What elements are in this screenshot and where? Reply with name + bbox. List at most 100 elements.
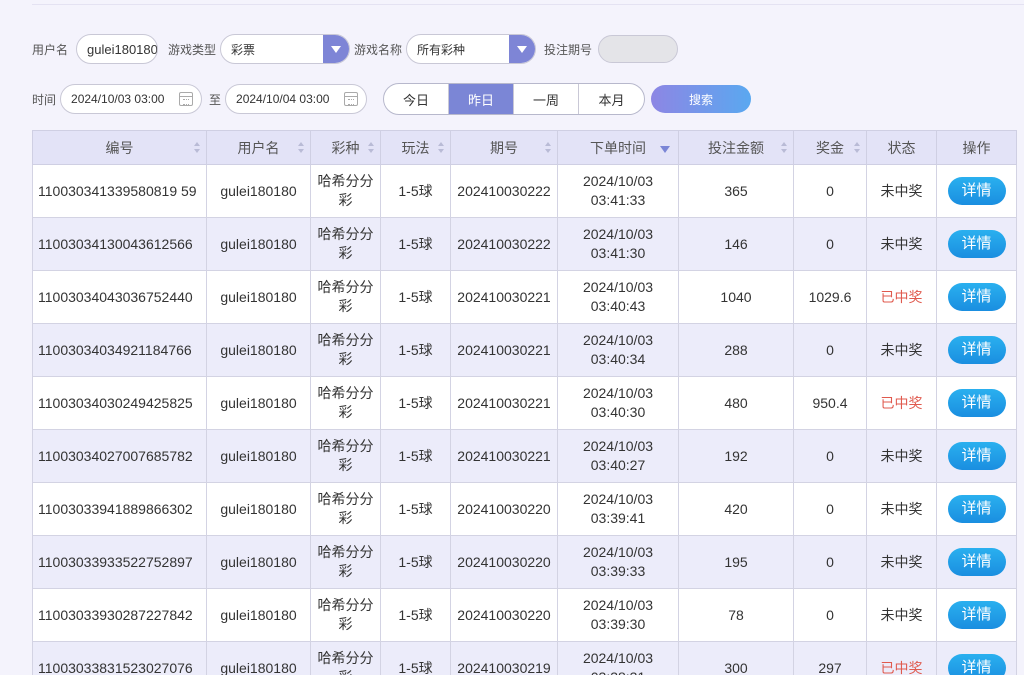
order-date: 2024/10/03 <box>582 597 654 613</box>
table-row: 11003034030249425825 gulei180180 哈希分分彩 1-5球… <box>32 376 1017 430</box>
cell-action: 详情 <box>936 376 1017 430</box>
header-play[interactable]: 玩法 <box>380 130 451 165</box>
cell-amount: 480 <box>678 376 794 430</box>
sort-icon[interactable] <box>194 142 200 154</box>
cell-order-time: 2024/10/03 03:40:30 <box>557 376 679 430</box>
end-date-input[interactable]: 2024/10/04 03:00 <box>225 84 368 114</box>
sort-desc-icon[interactable] <box>660 146 670 153</box>
header-label: 状态 <box>887 139 916 156</box>
cell-action: 详情 <box>936 641 1017 675</box>
order-date: 2024/10/03 <box>582 385 654 401</box>
cell-order-time: 2024/10/03 03:41:30 <box>557 217 679 271</box>
cell-period: 202410030221 <box>450 429 558 483</box>
start-date-input[interactable]: 2024/10/03 03:00 <box>60 84 203 114</box>
sort-icon[interactable] <box>781 142 787 154</box>
header-amount[interactable]: 投注金额 <box>678 130 794 165</box>
order-date: 2024/10/03 <box>582 650 654 666</box>
detail-button[interactable]: 详情 <box>947 283 1006 311</box>
order-clock: 03:38:31 <box>591 669 646 675</box>
detail-button[interactable]: 详情 <box>947 442 1006 470</box>
detail-button[interactable]: 详情 <box>947 389 1006 417</box>
detail-button[interactable]: 详情 <box>947 177 1006 205</box>
header-period[interactable]: 期号 <box>450 130 558 165</box>
lottery-line-1: 哈希分分 <box>317 438 374 454</box>
range-week-button[interactable]: 一周 <box>514 84 580 114</box>
sort-icon[interactable] <box>298 142 304 154</box>
cell-period: 202410030221 <box>450 376 558 430</box>
sort-icon[interactable] <box>438 142 444 154</box>
cell-username: gulei180180 <box>206 376 311 430</box>
period-input[interactable] <box>598 35 679 63</box>
header-order-time[interactable]: 下单时间 <box>557 130 679 165</box>
game-type-label: 游戏类型 <box>168 42 217 57</box>
quick-range-group: 今日 昨日 一周 本月 <box>383 83 646 115</box>
range-today-button[interactable]: 今日 <box>384 84 450 114</box>
game-type-value: 彩票 <box>231 42 256 57</box>
cell-amount: 192 <box>678 429 794 483</box>
cell-order-time: 2024/10/03 03:39:30 <box>557 588 679 642</box>
detail-button[interactable]: 详情 <box>947 548 1006 576</box>
end-date-value: 2024/10/04 03:00 <box>236 92 330 106</box>
cell-order-time: 2024/10/03 03:41:33 <box>557 164 679 218</box>
cell-amount: 1040 <box>678 270 794 324</box>
detail-button[interactable]: 详情 <box>947 230 1006 258</box>
to-label: 至 <box>209 92 222 107</box>
cell-id: 11003034043036752440 <box>32 270 207 324</box>
header-lottery[interactable]: 彩种 <box>310 130 381 165</box>
chevron-down-icon[interactable] <box>509 35 536 63</box>
table-row: 11003034130043612566 gulei180180 哈希分分彩 1-5球… <box>32 217 1017 271</box>
table-row: 11003033941889866302 gulei180180 哈希分分彩 1-5球… <box>32 482 1017 536</box>
header-id[interactable]: 编号 <box>32 130 207 165</box>
calendar-icon[interactable] <box>344 92 359 106</box>
detail-button[interactable]: 详情 <box>947 601 1006 629</box>
cell-username: gulei180180 <box>206 588 311 642</box>
order-clock: 03:41:30 <box>590 245 646 261</box>
chevron-down-icon[interactable] <box>323 35 350 63</box>
cell-amount: 146 <box>678 217 794 271</box>
search-button[interactable]: 搜索 <box>651 85 752 113</box>
detail-button[interactable]: 详情 <box>947 336 1006 364</box>
cell-play: 1-5球 <box>380 588 451 642</box>
cell-status: 未中奖 <box>866 482 937 536</box>
cell-status: 未中奖 <box>866 429 937 483</box>
table-row: 110030341339580819 59 gulei180180 哈希分分彩 1-5… <box>32 164 1017 218</box>
cell-username: gulei180180 <box>206 535 311 589</box>
cell-prize: 0 <box>793 588 867 642</box>
order-clock: 03:41:33 <box>590 192 646 208</box>
lottery-line-2: 彩 <box>338 563 353 579</box>
table-header-row: 编号 用户名 彩种 玩法 期号 下单时间 投注金额 奖金 状态 操作 <box>32 130 1017 165</box>
username-input[interactable]: gulei180180 <box>76 34 159 64</box>
range-month-button[interactable]: 本月 <box>579 84 644 114</box>
game-name-select[interactable]: 所有彩种 <box>406 34 537 64</box>
cell-prize: 0 <box>793 429 867 483</box>
detail-button[interactable]: 详情 <box>947 495 1006 523</box>
header-prize[interactable]: 奖金 <box>793 130 867 165</box>
lottery-line-2: 彩 <box>338 404 353 420</box>
sort-icon[interactable] <box>854 142 860 154</box>
lottery-line-2: 彩 <box>338 510 353 526</box>
sort-icon[interactable] <box>545 142 551 154</box>
cell-period: 202410030220 <box>450 535 558 589</box>
cell-action: 详情 <box>936 535 1017 589</box>
header-label: 编号 <box>105 139 134 156</box>
lottery-line-1: 哈希分分 <box>317 650 374 666</box>
lottery-line-2: 彩 <box>338 457 353 473</box>
header-label: 操作 <box>962 139 991 156</box>
detail-button[interactable]: 详情 <box>947 654 1006 675</box>
cell-action: 详情 <box>936 588 1017 642</box>
cell-play: 1-5球 <box>380 217 451 271</box>
cell-lottery: 哈希分分彩 <box>310 376 381 430</box>
cell-username: gulei180180 <box>206 429 311 483</box>
header-username[interactable]: 用户名 <box>206 130 311 165</box>
cell-amount: 195 <box>678 535 794 589</box>
sort-icon[interactable] <box>368 142 374 154</box>
cell-username: gulei180180 <box>206 270 311 324</box>
lottery-line-2: 彩 <box>338 616 353 632</box>
cell-order-time: 2024/10/03 03:39:33 <box>557 535 679 589</box>
cell-lottery: 哈希分分彩 <box>310 429 381 483</box>
game-type-select[interactable]: 彩票 <box>220 34 351 64</box>
time-label: 时间 <box>32 92 57 107</box>
range-yesterday-button[interactable]: 昨日 <box>449 84 515 114</box>
table-row: 11003034027007685782 gulei180180 哈希分分彩 1-5球… <box>32 429 1017 483</box>
calendar-icon[interactable] <box>179 92 194 106</box>
